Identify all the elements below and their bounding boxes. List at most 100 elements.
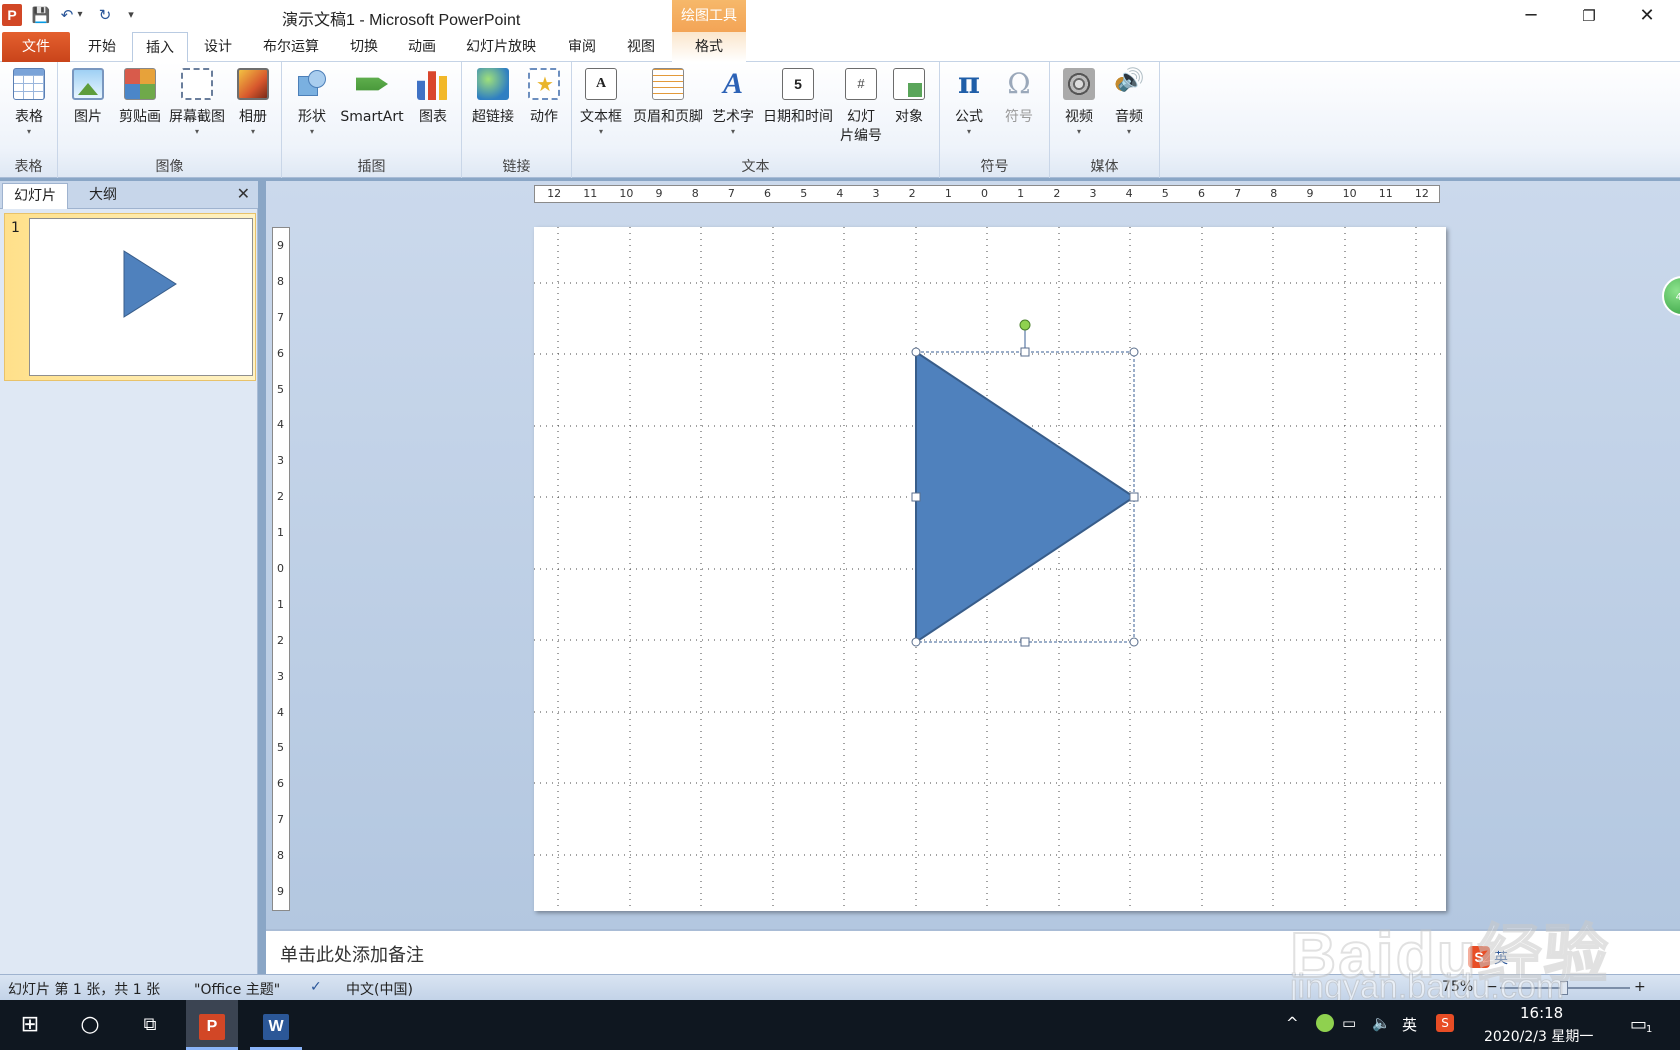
windows-start-icon[interactable]: ⊞ (4, 1000, 56, 1050)
network-icon[interactable]: ▭ (1342, 1014, 1356, 1032)
tab-boolean[interactable]: 布尔运算 (252, 32, 330, 62)
task-view-icon[interactable]: ⧉ (124, 1000, 176, 1050)
theme-name[interactable]: "Office 主题" (194, 979, 280, 999)
input-lang-indicator[interactable]: 英 (1402, 1014, 1417, 1035)
clock-date[interactable]: 2020/2/3 星期一 (1484, 1026, 1593, 1046)
clipart-button[interactable]: 剪贴画 (114, 66, 166, 127)
datetime-button[interactable]: 5 日期和时间 (758, 66, 838, 127)
group-images: 图片 剪贴画 屏幕截图 ▾ 相册 ▾ 图像 (58, 62, 282, 178)
resize-handle-bottom-left[interactable] (911, 637, 921, 647)
notes-placeholder: 单击此处添加备注 (280, 945, 424, 966)
sogou-ime-icon[interactable]: S (1468, 946, 1490, 968)
tab-slideshow[interactable]: 幻灯片放映 (456, 32, 546, 62)
minimize-button[interactable]: ─ (1502, 0, 1560, 32)
action-label: 动作 (530, 109, 558, 125)
volume-icon[interactable]: 🔈 (1372, 1014, 1391, 1032)
ruler-tick-label: 9 (655, 187, 663, 200)
group-text: A 文本框 ▾ 页眉和页脚 A 艺术字 ▾ 5 日期和时间 # 幻灯 片编号 对… (572, 62, 940, 178)
film-reel-icon (1063, 68, 1095, 100)
slide-thumbnail-item[interactable]: 1 (4, 213, 256, 381)
zoom-slider-thumb[interactable] (1560, 981, 1568, 995)
clipart-icon (124, 68, 156, 100)
header-footer-button[interactable]: 页眉和页脚 (628, 66, 708, 127)
right-triangle-shape[interactable] (915, 350, 1136, 644)
table-button[interactable]: 表格 ▾ (6, 66, 52, 137)
tab-format[interactable]: 格式 (672, 32, 746, 62)
video-button[interactable]: 视频 ▾ (1056, 66, 1102, 137)
tab-transitions[interactable]: 切换 (340, 32, 388, 62)
tab-file[interactable]: 文件 (2, 32, 70, 62)
tab-design[interactable]: 设计 (194, 32, 242, 62)
textbox-button[interactable]: A 文本框 ▾ (576, 66, 626, 137)
chart-icon (417, 71, 449, 100)
slide-thumbnail-number: 1 (11, 220, 20, 236)
screenshot-label: 屏幕截图 (169, 109, 225, 125)
resize-handle-bottom[interactable] (1020, 637, 1030, 647)
taskbar-word[interactable]: W (250, 1000, 302, 1050)
status-bar: 幻灯片 第 1 张，共 1 张 "Office 主题" ✓ 中文(中国) 75%… (0, 974, 1680, 1000)
audio-button[interactable]: 音频 ▾ (1106, 66, 1152, 137)
picture-button[interactable]: 图片 (66, 66, 110, 127)
resize-handle-bottom-right[interactable] (1129, 637, 1139, 647)
ruler-tick-label: 4 (277, 418, 284, 432)
object-button[interactable]: 对象 (886, 66, 932, 127)
screenshot-button[interactable]: 屏幕截图 ▾ (164, 66, 230, 137)
ime-toolbar[interactable]: S 英 (1468, 946, 1680, 972)
tab-insert[interactable]: 插入 (132, 32, 188, 63)
ime-lang-label[interactable]: 英 (1494, 948, 1508, 968)
shapes-label: 形状 (298, 109, 326, 125)
ribbon-insert: 表格 ▾ 表格 图片 剪贴画 屏幕截图 ▾ 相册 ▾ 图像 形状 ▾ Smart… (0, 62, 1680, 178)
equation-button[interactable]: π 公式 ▾ (946, 66, 992, 137)
group-label-media: 媒体 (1090, 159, 1119, 175)
tray-chevron-icon[interactable]: ^ (1286, 1014, 1299, 1032)
close-icon[interactable]: ✕ (237, 184, 250, 203)
slide-thumbnail[interactable] (29, 218, 253, 376)
hyperlink-button[interactable]: 超链接 (466, 66, 520, 127)
tab-outline[interactable]: 大纲 (70, 183, 136, 209)
rotate-handle[interactable] (1019, 319, 1031, 331)
resize-handle-top-left[interactable] (911, 347, 921, 357)
ribbon-tab-bar: 文件 开始 插入 设计 布尔运算 切换 动画 幻灯片放映 审阅 视图 格式 △ … (0, 32, 1680, 86)
close-button[interactable]: ✕ (1618, 0, 1676, 32)
tab-home[interactable]: 开始 (78, 32, 126, 62)
redo-icon[interactable]: ↻ (94, 4, 116, 26)
resize-handle-top-right[interactable] (1129, 347, 1139, 357)
action-button[interactable]: 动作 (522, 66, 566, 127)
tab-review[interactable]: 审阅 (558, 32, 606, 62)
smartart-button[interactable]: SmartArt (336, 66, 408, 127)
spell-check-icon[interactable]: ✓ (310, 979, 322, 995)
resize-handle-top[interactable] (1020, 347, 1030, 357)
language-label[interactable]: 中文(中国) (346, 979, 413, 999)
restore-button[interactable]: ❐ (1560, 0, 1618, 32)
shapes-button[interactable]: 形状 ▾ (290, 66, 334, 137)
slide-number-button[interactable]: # 幻灯 片编号 (836, 66, 886, 146)
undo-dropdown-icon[interactable]: ▾ (74, 4, 86, 26)
ruler-tick-label: 10 (1342, 187, 1357, 200)
smartart-label: SmartArt (340, 109, 404, 125)
clock-time[interactable]: 16:18 (1520, 1004, 1563, 1022)
album-button[interactable]: 相册 ▾ (230, 66, 276, 137)
ruler-tick-label: 7 (277, 813, 284, 827)
chart-button[interactable]: 图表 (410, 66, 456, 127)
resize-handle-right[interactable] (1129, 492, 1139, 502)
wordart-button[interactable]: A 艺术字 ▾ (708, 66, 758, 137)
powerpoint-logo-icon[interactable]: P (2, 4, 22, 26)
slide-canvas[interactable] (534, 227, 1446, 911)
tab-animations[interactable]: 动画 (398, 32, 446, 62)
tray-app-icon[interactable] (1316, 1014, 1334, 1032)
save-icon[interactable]: 💾 (30, 4, 52, 26)
picture-label: 图片 (74, 109, 102, 125)
tab-slides[interactable]: 幻灯片 (2, 183, 68, 209)
search-icon[interactable]: ○ (64, 1000, 116, 1050)
omega-symbol-icon: Ω (1007, 67, 1031, 100)
notification-center-icon[interactable]: ▭ (1630, 1014, 1647, 1035)
taskbar-powerpoint[interactable]: P (186, 1000, 238, 1050)
zoom-in-icon[interactable]: + (1634, 979, 1646, 995)
zoom-out-icon[interactable]: − (1486, 979, 1498, 995)
tray-ime-icon[interactable]: S (1436, 1014, 1454, 1032)
customize-toolbar-icon[interactable]: ▾ (120, 4, 142, 26)
resize-handle-left[interactable] (911, 492, 921, 502)
zoom-level[interactable]: 75% (1442, 979, 1473, 995)
symbol-button: Ω 符号 (996, 66, 1042, 127)
tab-view[interactable]: 视图 (616, 32, 666, 62)
